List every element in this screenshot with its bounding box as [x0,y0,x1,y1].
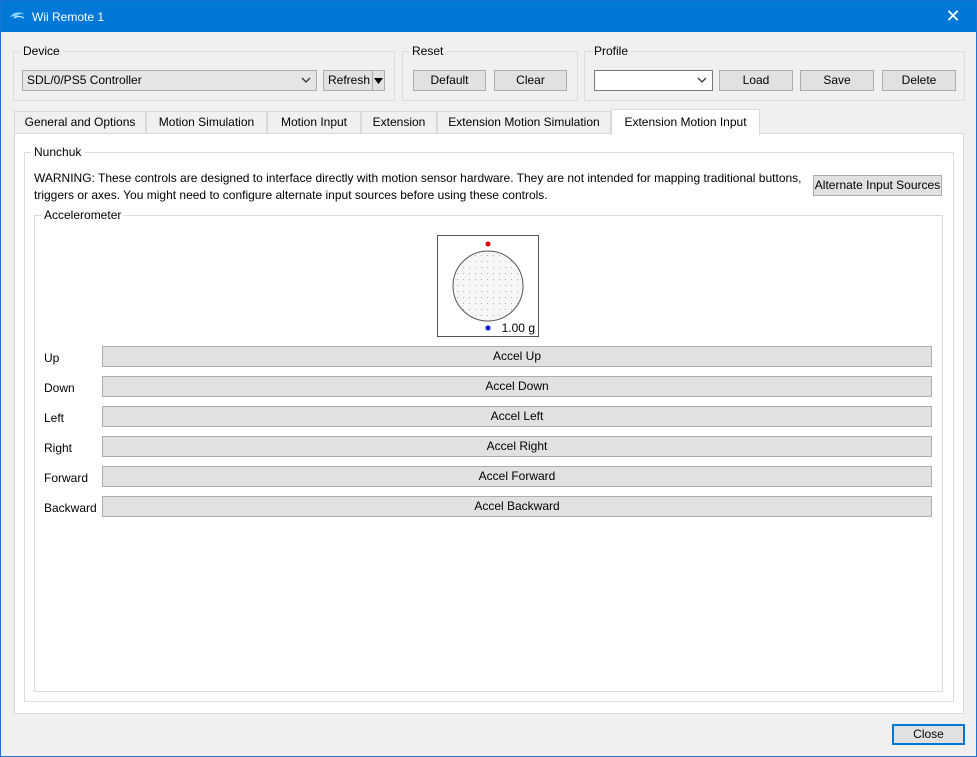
refresh-button-label: Refresh [328,73,371,87]
device-group-label: Device [20,44,63,58]
mapping-button-left[interactable]: Accel Left [102,406,932,427]
tab-motion-input[interactable]: Motion Input [267,111,361,134]
load-button[interactable]: Load [719,70,793,91]
chevron-down-icon [300,73,312,87]
mapping-button-up[interactable]: Accel Up [102,346,932,367]
row-label-right: Right [44,441,73,455]
tab-extension-motion-simulation[interactable]: Extension Motion Simulation [437,111,611,134]
window-title: Wii Remote 1 [32,10,105,24]
tab-motion-simulation[interactable]: Motion Simulation [146,111,267,134]
mapping-button-right[interactable]: Accel Right [102,436,932,457]
default-button[interactable]: Default [413,70,486,91]
close-icon[interactable]: ✕ [930,1,976,32]
tab-extension-motion-input[interactable]: Extension Motion Input [611,109,760,135]
device-select[interactable]: SDL/0/PS5 Controller [22,70,317,91]
refresh-button[interactable]: Refresh [323,70,373,91]
mapping-button-down[interactable]: Accel Down [102,376,932,397]
title-bar: Wii Remote 1 ✕ [1,1,976,32]
delete-button[interactable]: Delete [882,70,956,91]
chevron-down-icon [696,73,708,87]
mapping-button-forward[interactable]: Accel Forward [102,466,932,487]
profile-group-label: Profile [591,44,632,58]
warning-text: WARNING: These controls are designed to … [34,171,802,202]
refresh-menu-button[interactable] [372,70,385,91]
alternate-input-sources-button[interactable]: Alternate Input Sources [813,175,942,196]
close-button[interactable]: Close [892,724,965,745]
indicator-bottom-dot [485,325,491,331]
row-label-down: Down [44,381,75,395]
accelerometer-indicator: 1.00 g [437,235,539,337]
wii-remote-dialog: Wii Remote 1 ✕ Device SDL/0/PS5 Controll… [0,0,977,757]
device-select-value: SDL/0/PS5 Controller [27,73,142,87]
row-label-up: Up [44,351,60,365]
tab-extension[interactable]: Extension [361,111,437,134]
clear-button[interactable]: Clear [494,70,567,91]
row-label-forward: Forward [44,471,89,485]
indicator-top-dot [485,241,491,247]
accelerometer-group-label: Accelerometer [41,208,125,222]
dolphin-icon [9,8,27,24]
tab-general-and-options[interactable]: General and Options [14,111,146,134]
nunchuk-group-label: Nunchuk [31,145,85,159]
row-label-left: Left [44,411,65,425]
profile-select[interactable] [594,70,713,91]
save-button[interactable]: Save [800,70,874,91]
mapping-button-backward[interactable]: Accel Backward [102,496,932,517]
row-label-backward: Backward [44,501,97,515]
reset-group-label: Reset [409,44,447,58]
accel-readout: 1.00 g [501,321,535,335]
triangle-down-icon [374,74,383,88]
